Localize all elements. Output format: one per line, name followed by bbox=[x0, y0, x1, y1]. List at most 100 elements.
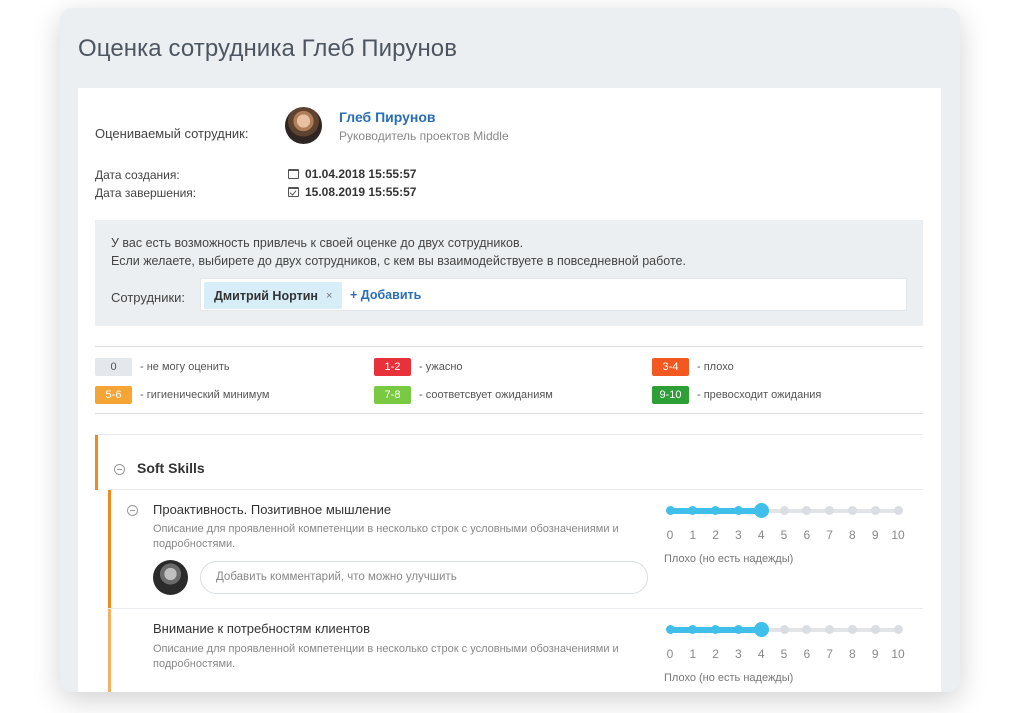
legend-item: 5-6 - гигиенический минимум bbox=[95, 386, 269, 404]
rating-caption: Плохо (но есть надежды) bbox=[664, 672, 794, 684]
page-title: Оценка сотрудника Глеб Пирунов bbox=[78, 35, 458, 62]
slider-step-dot[interactable] bbox=[802, 625, 812, 634]
slider-tick-label: 4 bbox=[757, 528, 765, 542]
calendar-check-icon bbox=[288, 187, 299, 197]
slider-tick-label: 10 bbox=[891, 528, 905, 542]
legend-text: - гигиенический минимум bbox=[140, 389, 270, 401]
slider-step-dot[interactable] bbox=[825, 506, 835, 515]
slider-step-dot[interactable] bbox=[733, 506, 743, 515]
section-title: Soft Skills bbox=[137, 460, 205, 476]
rating-slider[interactable]: Плохо (но есть надежды) 0 1 2 3 4 5 6 7 8 9 10 bbox=[664, 500, 905, 565]
legend-divider-top bbox=[95, 346, 923, 347]
legend-text: - соответсвует ожиданиям bbox=[419, 389, 553, 401]
legend-text: - не могу оценить bbox=[140, 361, 230, 373]
created-date-label: Дата создания: bbox=[95, 168, 180, 182]
item-accent-bar bbox=[108, 609, 111, 692]
slider-tick-label: 5 bbox=[780, 528, 788, 542]
item-accent-bar bbox=[108, 490, 111, 609]
soft-skills-section: Soft Skills Проактивность. Позитивное мы… bbox=[95, 434, 923, 692]
employees-label: Сотрудники: bbox=[111, 290, 186, 305]
slider-tick-label: 4 bbox=[757, 647, 765, 661]
legend-badge: 5-6 bbox=[95, 386, 132, 404]
slider-tick-label: 8 bbox=[849, 647, 856, 661]
slider-step-dot[interactable] bbox=[779, 625, 789, 634]
competency-title: Проактивность. Позитивное мышление bbox=[153, 502, 392, 517]
legend-text: - ужасно bbox=[419, 361, 463, 373]
legend-item: 1-2 - ужасно bbox=[374, 358, 463, 376]
competency-item: Внимание к потребностям клиентов Описани… bbox=[108, 608, 923, 692]
slider-tick-label: 9 bbox=[871, 647, 879, 661]
slider-tick-label: 8 bbox=[849, 528, 856, 542]
slider-step-dot[interactable] bbox=[825, 625, 835, 634]
slider-tick-label: 9 bbox=[871, 528, 879, 542]
slider-tick-label: 3 bbox=[735, 528, 742, 542]
slider-knob[interactable] bbox=[753, 503, 769, 518]
slider-step-dot[interactable] bbox=[870, 625, 880, 634]
slider-tick-label: 7 bbox=[826, 647, 833, 661]
slider-tick-label: 7 bbox=[826, 528, 833, 542]
slider-tick-label: 5 bbox=[780, 647, 788, 661]
slider-tick-label: 2 bbox=[712, 647, 719, 661]
slider-step-dot[interactable] bbox=[779, 506, 789, 515]
slider-step-dot[interactable] bbox=[733, 625, 743, 634]
competency-title: Внимание к потребностям клиентов bbox=[153, 621, 371, 636]
legend-text: - плохо bbox=[697, 361, 734, 373]
invite-panel: У вас есть возможность привлечь к своей … bbox=[95, 220, 923, 326]
legend-divider-bottom bbox=[95, 413, 923, 414]
comment-input[interactable]: Добавить комментарий, что можно улучшить bbox=[200, 561, 648, 594]
competency-description: Описание для проявленной компетенции в н… bbox=[153, 643, 619, 670]
slider-step-dot[interactable] bbox=[665, 506, 675, 515]
slider-tick-label: 6 bbox=[803, 647, 811, 661]
slider-tick-label: 0 bbox=[666, 647, 674, 661]
slider-step-dot[interactable] bbox=[847, 506, 857, 515]
employee-label: Оцениваемый сотрудник: bbox=[95, 126, 249, 141]
slider-tick-label: 10 bbox=[891, 647, 905, 661]
competency-description: Описание для проявленной компетенции в н… bbox=[153, 523, 619, 550]
slider-tick-label: 0 bbox=[666, 528, 674, 542]
slider-step-dot[interactable] bbox=[847, 625, 857, 634]
slider-tick-label: 1 bbox=[689, 647, 697, 661]
slider-tick-label: 2 bbox=[712, 528, 719, 542]
slider-tick-label: 3 bbox=[735, 647, 742, 661]
commenter-avatar bbox=[153, 560, 188, 595]
slider-step-dot[interactable] bbox=[870, 506, 880, 515]
rating-slider[interactable]: Плохо (но есть надежды) 0 1 2 3 4 5 6 7 8 9 10 bbox=[664, 619, 905, 684]
slider-step-dot[interactable] bbox=[802, 506, 812, 515]
slider-knob[interactable] bbox=[753, 622, 769, 637]
legend-item: 9-10 - превосходит ожидания bbox=[652, 386, 821, 404]
legend-item: 3-4 - плохо bbox=[652, 358, 734, 376]
competency-item: Проактивность. Позитивное мышление Описа… bbox=[108, 489, 923, 609]
legend-item: 7-8 - соответсвует ожиданиям bbox=[374, 386, 553, 404]
slider-step-dot[interactable] bbox=[893, 506, 903, 515]
created-date: 01.04.2018 15:55:57 bbox=[288, 167, 416, 181]
calendar-icon bbox=[288, 169, 299, 179]
legend-badge: 7-8 bbox=[374, 386, 411, 404]
rating-caption: Плохо (но есть надежды) bbox=[664, 553, 794, 565]
slider-tick-label: 1 bbox=[689, 528, 697, 542]
collapse-section-icon[interactable] bbox=[114, 464, 125, 475]
collapse-item-icon[interactable] bbox=[127, 505, 138, 516]
legend-text: - превосходит ожидания bbox=[697, 389, 822, 401]
employee-avatar bbox=[285, 107, 322, 144]
created-date-value: 01.04.2018 15:55:57 bbox=[305, 167, 417, 181]
employee-role: Руководитель проектов Middle bbox=[339, 129, 509, 143]
legend-item: 0 - не могу оценить bbox=[95, 358, 230, 376]
invite-text-2: Если желаете, выбирете до двух сотрудник… bbox=[111, 254, 686, 268]
legend-badge: 9-10 bbox=[652, 386, 689, 404]
slider-tick-label: 6 bbox=[803, 528, 811, 542]
employee-name-link[interactable]: Глеб Пирунов bbox=[339, 109, 436, 125]
employees-select-field[interactable]: Дмитрий Нортин × + Добавить bbox=[200, 278, 907, 311]
evaluation-window: Оценка сотрудника Глеб Пирунов Оцениваем… bbox=[60, 8, 960, 692]
remove-tag-icon[interactable]: × bbox=[326, 290, 332, 302]
completed-date: 15.08.2019 15:55:57 bbox=[288, 185, 416, 199]
legend-badge: 1-2 bbox=[374, 358, 411, 376]
legend-badge: 0 bbox=[95, 358, 132, 376]
invite-text-1: У вас есть возможность привлечь к своей … bbox=[111, 236, 524, 250]
completed-date-value: 15.08.2019 15:55:57 bbox=[305, 185, 417, 199]
section-accent-bar bbox=[95, 435, 98, 490]
slider-step-dot[interactable] bbox=[893, 625, 903, 634]
legend-badge: 3-4 bbox=[652, 358, 689, 376]
selected-employee-name: Дмитрий Нортин bbox=[214, 288, 318, 303]
add-employee-button[interactable]: + Добавить bbox=[350, 288, 421, 302]
slider-step-dot[interactable] bbox=[665, 625, 675, 634]
